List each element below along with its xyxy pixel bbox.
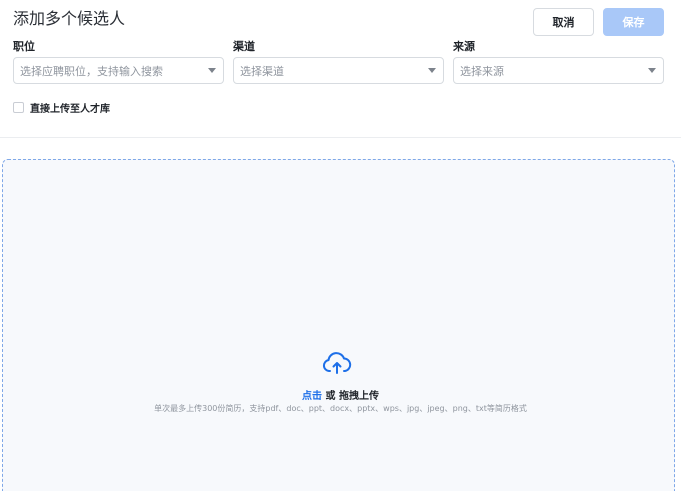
save-button[interactable]: 保存: [603, 8, 664, 36]
source-select[interactable]: 选择来源: [453, 57, 664, 84]
click-upload-link[interactable]: 点击: [302, 391, 322, 402]
cloud-upload-icon: [322, 352, 352, 374]
source-label: 来源: [453, 40, 475, 53]
talent-pool-option[interactable]: 直接上传至人才库: [13, 100, 110, 115]
talent-pool-label: 直接上传至人才库: [30, 104, 110, 115]
chevron-down-icon: [428, 68, 436, 73]
cancel-button[interactable]: 取消: [533, 8, 594, 36]
source-placeholder: 选择来源: [460, 64, 504, 78]
add-candidates-page: 添加多个候选人 取消 保存 职位 选择应聘职位，支持输入搜索 渠道 选择渠道 来…: [0, 0, 681, 491]
position-label: 职位: [13, 40, 35, 53]
page-title: 添加多个候选人: [13, 9, 126, 28]
chevron-down-icon: [208, 68, 216, 73]
channel-select[interactable]: 选择渠道: [233, 57, 444, 84]
upload-instruction: 点击 或 拖拽上传: [0, 387, 681, 402]
upload-dropzone[interactable]: [2, 159, 675, 491]
channel-placeholder: 选择渠道: [240, 64, 284, 78]
drag-upload-text: 或 拖拽上传: [325, 391, 379, 402]
section-divider: [0, 137, 681, 138]
position-select[interactable]: 选择应聘职位，支持输入搜索: [13, 57, 224, 84]
talent-pool-checkbox[interactable]: [13, 102, 24, 113]
position-placeholder: 选择应聘职位，支持输入搜索: [20, 64, 163, 78]
channel-label: 渠道: [233, 40, 255, 53]
upload-hint: 单次最多上传300份简历，支持pdf、doc、ppt、docx、pptx、wps…: [154, 404, 527, 413]
chevron-down-icon: [648, 68, 656, 73]
